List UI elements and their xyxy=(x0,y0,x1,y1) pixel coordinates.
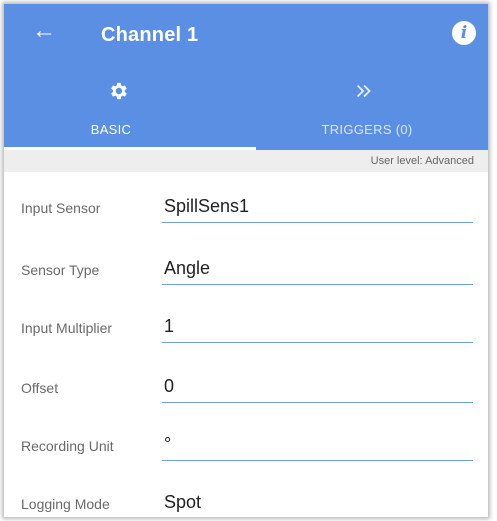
input-sensor-field[interactable]: SpillSens1 xyxy=(162,190,473,223)
tab-basic[interactable]: BASIC xyxy=(4,76,246,150)
double-chevron-right-icon xyxy=(246,80,488,107)
field-label: Input Sensor xyxy=(21,200,101,216)
field-label: Input Multiplier xyxy=(21,320,113,336)
tab-triggers[interactable]: TRIGGERS (0) xyxy=(246,76,488,150)
info-icon[interactable]: i xyxy=(452,21,476,45)
user-level-bar: User level: Advanced xyxy=(4,150,488,172)
form-row-logging-mode: Logging Mode Spot xyxy=(4,476,488,517)
form-row-input-multiplier: Input Multiplier 1 xyxy=(4,300,488,350)
field-label: Offset xyxy=(21,380,59,396)
logging-mode-field[interactable]: Spot xyxy=(162,486,473,517)
offset-field[interactable]: 0 xyxy=(162,370,473,403)
form-row-offset: Offset 0 xyxy=(4,360,488,410)
field-label: Sensor Type xyxy=(21,262,100,278)
page-title: Channel 1 xyxy=(101,24,199,46)
field-value: ° xyxy=(164,434,172,454)
form-row-input-sensor: Input Sensor SpillSens1 xyxy=(4,180,488,230)
field-label: Logging Mode xyxy=(21,496,110,512)
sensor-type-field[interactable]: Angle xyxy=(162,252,473,285)
form-row-sensor-type: Sensor Type Angle xyxy=(4,242,488,292)
field-value: SpillSens1 xyxy=(164,196,250,216)
channel-settings-screen: ← Channel 1 i BASIC TRIGGERS (0) User le… xyxy=(4,4,488,517)
user-level-text: User level: Advanced xyxy=(370,155,474,167)
field-value: 1 xyxy=(164,316,175,336)
gear-icon xyxy=(4,80,246,108)
field-value: Angle xyxy=(164,258,211,278)
recording-unit-field[interactable]: ° xyxy=(162,428,473,461)
field-label: Recording Unit xyxy=(21,438,114,454)
app-bar: ← Channel 1 i BASIC TRIGGERS (0) xyxy=(4,4,488,150)
form-row-recording-unit: Recording Unit ° xyxy=(4,418,488,468)
tab-basic-label: BASIC xyxy=(90,122,132,137)
input-multiplier-field[interactable]: 1 xyxy=(162,310,473,343)
tab-triggers-label: TRIGGERS (0) xyxy=(321,122,413,137)
field-value: 0 xyxy=(164,376,175,396)
back-arrow-icon[interactable]: ← xyxy=(32,18,58,44)
field-value: Spot xyxy=(164,492,202,512)
